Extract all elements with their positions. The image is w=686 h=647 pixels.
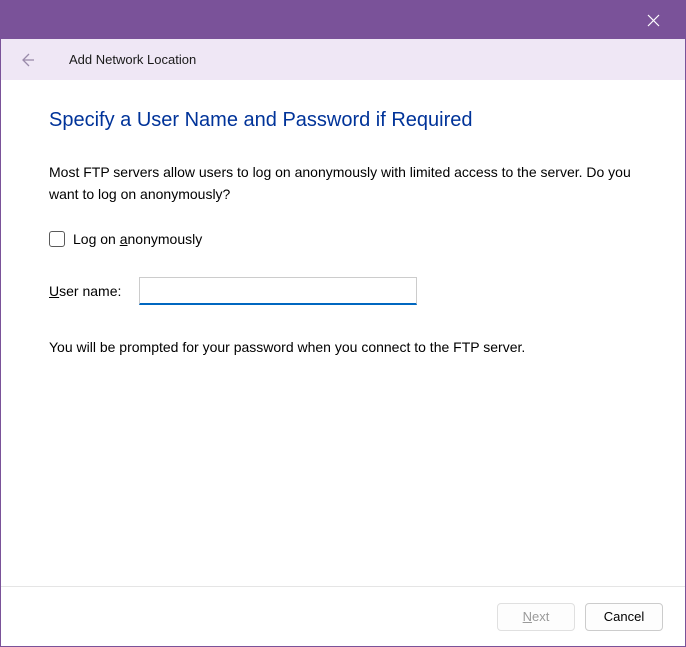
titlebar bbox=[1, 1, 685, 39]
close-button[interactable] bbox=[633, 5, 673, 35]
cancel-button[interactable]: Cancel bbox=[585, 603, 663, 631]
header-title: Add Network Location bbox=[69, 52, 196, 67]
back-button bbox=[15, 48, 39, 72]
wizard-window: Add Network Location Specify a User Name… bbox=[0, 0, 686, 647]
password-note: You will be prompted for your password w… bbox=[49, 339, 637, 355]
page-heading: Specify a User Name and Password if Requ… bbox=[49, 109, 637, 132]
anonymous-checkbox[interactable] bbox=[49, 231, 65, 247]
wizard-content: Specify a User Name and Password if Requ… bbox=[1, 81, 685, 586]
anonymous-checkbox-label[interactable]: Log on anonymously bbox=[73, 231, 202, 247]
username-row: User name: bbox=[49, 277, 637, 305]
wizard-footer: Next Cancel bbox=[1, 586, 685, 646]
username-input[interactable] bbox=[139, 277, 417, 305]
username-label: User name: bbox=[49, 283, 139, 299]
back-arrow-icon bbox=[19, 52, 35, 68]
close-icon bbox=[647, 14, 660, 27]
wizard-header: Add Network Location bbox=[1, 39, 685, 81]
anonymous-checkbox-row: Log on anonymously bbox=[49, 231, 637, 247]
next-button[interactable]: Next bbox=[497, 603, 575, 631]
description-text: Most FTP servers allow users to log on a… bbox=[49, 162, 637, 205]
